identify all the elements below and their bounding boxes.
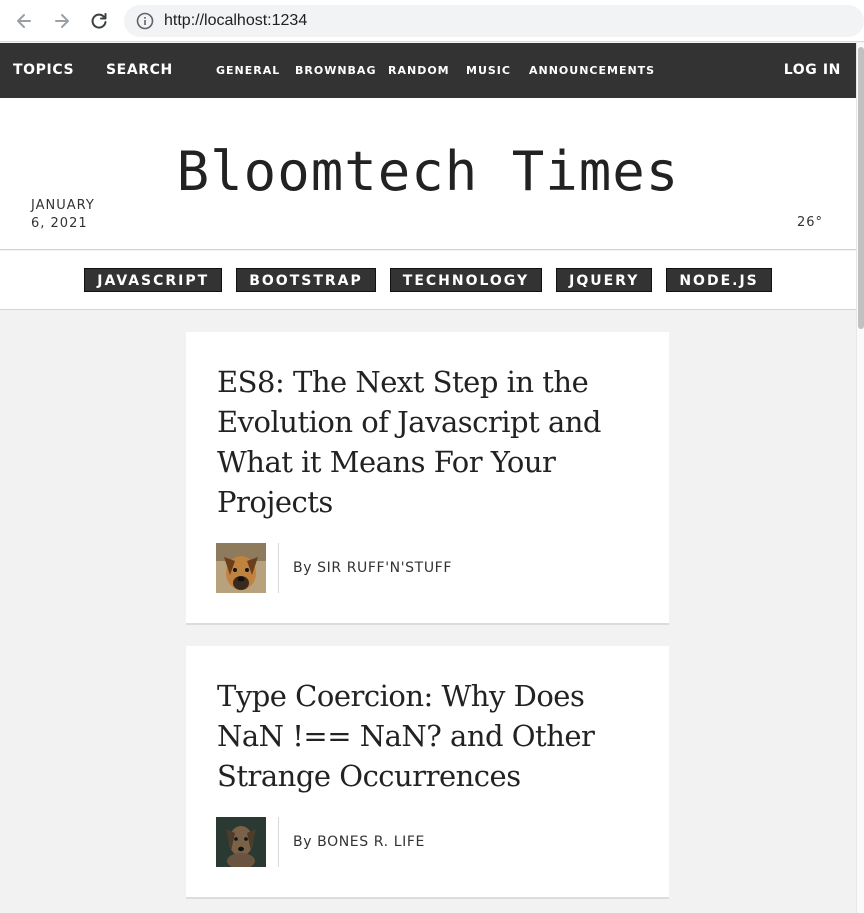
url-text: http://localhost:1234 [164,12,308,29]
masthead: JANUARY 6, 2021 Bloomtech Times 26° [0,98,856,250]
article-card[interactable]: Type Coercion: Why Does NaN !== NaN? and… [186,646,669,899]
nav-brownbag[interactable]: BROWNBAG [295,43,376,98]
author-name: By SIR RUFF'N'STUFF [293,560,452,576]
address-bar[interactable]: http://localhost:1234 [124,5,864,37]
nav-announcements[interactable]: ANNOUNCEMENTS [529,43,655,98]
article-card[interactable]: ES8: The Next Step in the Evolution of J… [186,332,669,625]
nav-music[interactable]: MUSIC [466,43,511,98]
article-author: By SIR RUFF'N'STUFF [216,542,452,594]
browser-toolbar: http://localhost:1234 [0,0,864,42]
page-scrollbar[interactable] [856,43,864,913]
top-nav-bar: TOPICS SEARCH GENERAL BROWNBAG RANDOM MU… [0,43,856,98]
scrollbar-thumb[interactable] [858,47,864,329]
arrow-right-icon [55,14,69,28]
author-divider [278,543,279,593]
tab-nodejs[interactable]: NODE.JS [666,268,772,292]
author-name: By BONES R. LIFE [293,834,425,850]
reload-icon [91,13,107,29]
author-avatar [216,543,266,593]
tab-bootstrap[interactable]: BOOTSTRAP [236,268,376,292]
forward-button[interactable] [50,9,74,33]
article-author: By BONES R. LIFE [216,816,425,868]
topic-tabs: JAVASCRIPT BOOTSTRAP TECHNOLOGY JQUERY N… [0,251,856,310]
reload-button[interactable] [87,9,111,33]
author-divider [278,817,279,867]
author-avatar [216,817,266,867]
tab-jquery[interactable]: JQUERY [556,268,653,292]
login-link[interactable]: LOG IN [784,43,841,98]
site-title: Bloomtech Times [176,140,680,203]
date-day-year: 6, 2021 [31,216,88,231]
article-title[interactable]: ES8: The Next Step in the Evolution of J… [217,362,637,522]
tab-javascript[interactable]: JAVASCRIPT [84,268,223,292]
tab-technology[interactable]: TECHNOLOGY [389,268,543,292]
article-title[interactable]: Type Coercion: Why Does NaN !== NaN? and… [217,676,637,796]
temperature: 26° [796,215,823,230]
nav-random[interactable]: RANDOM [388,43,450,98]
search-link[interactable]: SEARCH [106,43,173,98]
back-button[interactable] [12,9,36,33]
nav-general[interactable]: GENERAL [216,43,280,98]
topics-link[interactable]: TOPICS [13,43,74,98]
info-icon[interactable] [136,12,154,30]
arrow-left-icon [17,14,31,28]
